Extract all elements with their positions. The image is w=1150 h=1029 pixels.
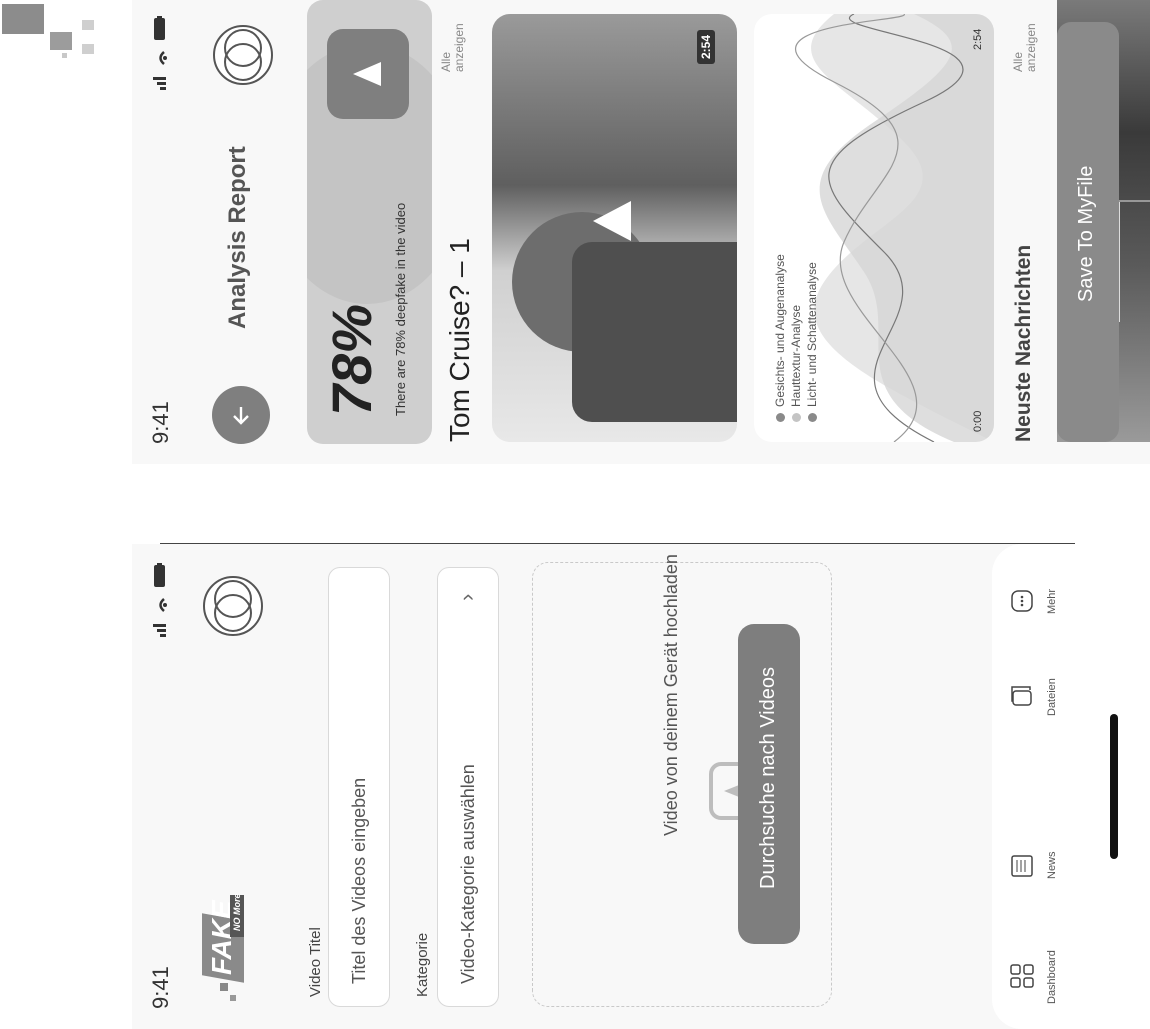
- files-icon: [1011, 686, 1032, 706]
- play-icon: [353, 62, 381, 86]
- video-title-placeholder: Titel des Videos eingeben: [349, 777, 369, 984]
- deepfake-description: There are 78% deepfake in the video: [393, 202, 408, 416]
- analysis-chart: Gesichts- und Augenanalyse Hauttextur-An…: [754, 14, 994, 442]
- axis-end-label: 2:54: [972, 28, 984, 50]
- back-button[interactable]: [212, 386, 270, 444]
- report-screen: 9:41 Analysis Report 78% There are 78% d…: [132, 0, 1150, 464]
- chart-legend: Gesichts- und Augenanalyse Hauttextur-An…: [772, 254, 820, 422]
- status-time: 9:41: [148, 401, 173, 444]
- tab-more[interactable]: Mehr: [1004, 564, 1074, 639]
- grid-icon: [1010, 964, 1034, 988]
- thumbnail-play-icon: [587, 195, 639, 247]
- more-dots-icon: [1011, 590, 1033, 612]
- status-time: 9:41: [148, 966, 173, 1009]
- upload-screen: 9:41 FAKE NO More Video Titel Titel des …: [132, 544, 1150, 1029]
- video-title: Tom Cruise? – 1: [444, 238, 475, 442]
- news-see-all-link[interactable]: Alle anzeigen: [1011, 20, 1038, 72]
- tab-bar: Dashboard News Dateien Mehr: [992, 544, 1150, 1029]
- tab-more-label: Mehr: [1046, 588, 1058, 614]
- newspaper-icon: [1011, 855, 1033, 877]
- play-button[interactable]: [327, 29, 409, 119]
- status-icons: [150, 12, 170, 92]
- category-placeholder: Video-Kategorie auswählen: [458, 764, 478, 984]
- tab-files-label: Dateien: [1046, 678, 1058, 716]
- video-title-input[interactable]: Titel des Videos eingeben: [328, 567, 390, 1007]
- corner-pixel-logo: [2, 2, 108, 60]
- signal-wifi-battery-icon: [153, 563, 167, 637]
- legend-skin-texture: Hauttextur-Analyse: [789, 304, 803, 407]
- signal-wifi-battery-icon: [153, 16, 167, 90]
- tab-dashboard-label: Dashboard: [1046, 950, 1058, 1004]
- browse-videos-button[interactable]: Durchsuche nach Videos: [738, 624, 800, 944]
- save-to-myfile-label: Save To MyFile: [1075, 165, 1097, 302]
- legend-face-eye: Gesichts- und Augenanalyse: [773, 254, 787, 407]
- tab-news[interactable]: News: [1004, 829, 1074, 904]
- see-all-link[interactable]: Alle anzeigen: [439, 20, 466, 72]
- app-logo: FAKE NO More: [200, 881, 250, 1001]
- axis-start-label: 0:00: [972, 410, 984, 432]
- deepfake-percent: 78%: [320, 303, 383, 416]
- news-title: Neuste Nachrichten: [1012, 244, 1035, 442]
- person-shirt: [572, 242, 737, 422]
- video-thumbnail[interactable]: 2:54: [492, 14, 737, 442]
- deepfake-score-card: 78% There are 78% deepfake in the video: [307, 0, 432, 444]
- upload-dropzone[interactable]: Video von deinem Gerät hochladen Durchsu…: [532, 554, 832, 1007]
- page-title: Analysis Report: [224, 146, 251, 329]
- legend-light-shadow: Licht- und Schattenanalyse: [805, 262, 819, 407]
- browse-videos-label: Durchsuche nach Videos: [757, 667, 779, 889]
- home-indicator: [1110, 714, 1118, 859]
- category-select[interactable]: Video-Kategorie auswählen ›: [437, 567, 499, 1007]
- chevron-right-icon: ›: [454, 593, 479, 601]
- arrow-left-icon: [233, 407, 249, 425]
- status-icons: [150, 559, 170, 639]
- tab-dashboard[interactable]: Dashboard: [1004, 939, 1074, 1014]
- avatar[interactable]: [212, 24, 274, 86]
- logo-sub: NO More: [232, 893, 242, 931]
- avatar[interactable]: [202, 575, 264, 637]
- upload-text: Video von deinem Gerät hochladen: [661, 554, 681, 836]
- tab-news-label: News: [1046, 851, 1058, 879]
- video-duration: 2:54: [697, 29, 715, 64]
- category-label: Kategorie: [414, 932, 431, 997]
- tab-files[interactable]: Dateien: [1004, 659, 1074, 734]
- video-title-label: Video Titel: [307, 927, 324, 997]
- save-to-myfile-button[interactable]: Save To MyFile: [1057, 22, 1119, 442]
- divider: [160, 543, 1075, 544]
